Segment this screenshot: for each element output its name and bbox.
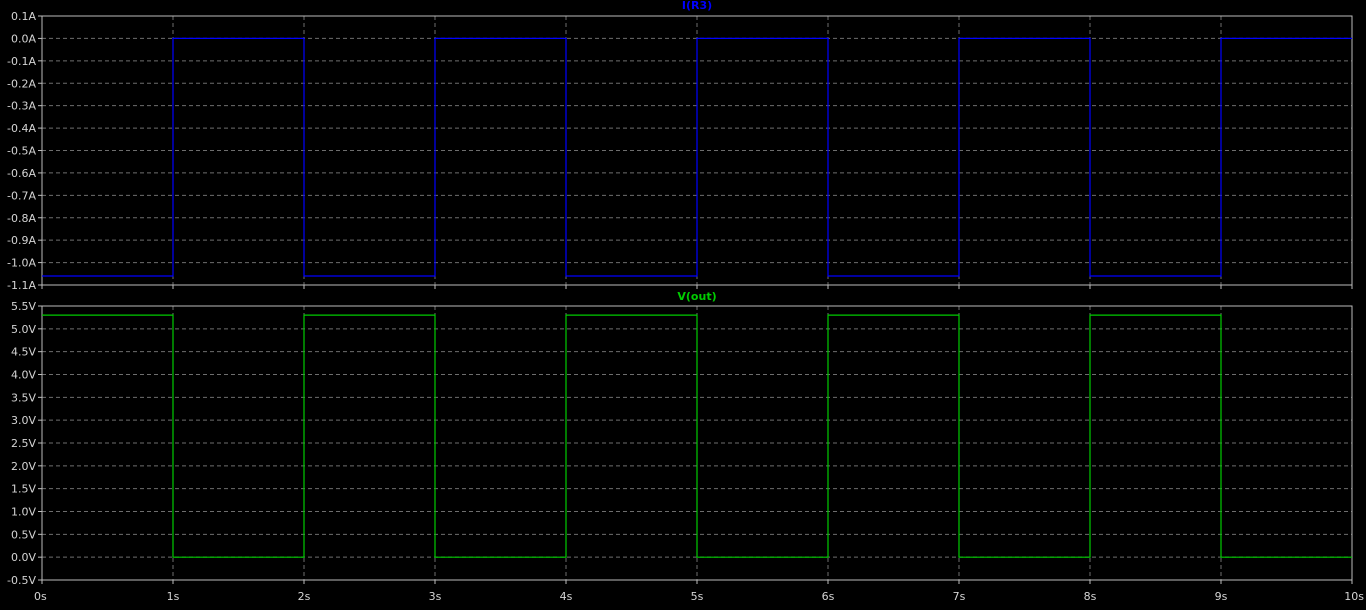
- x-tick-label: 0s: [34, 590, 47, 603]
- plot-pane-current: 0.1A 0.0A -0.1A -0.2A -0.3A -0.4A -0.5A -0.6A -0…: [7, 10, 1353, 292]
- trace-title-voltage[interactable]: V(out): [677, 290, 716, 303]
- y-tick-label: -0.5V: [7, 574, 36, 587]
- x-tick-label: 3s: [429, 590, 442, 603]
- x-tick-label: 1s: [167, 590, 180, 603]
- plot-pane-voltage: 5.5V 5.0V 4.5V 4.0V 3.5V 3.0V 2.5V 2.0V 1.5V 1.0V…: [7, 300, 1364, 603]
- y-tick-label: -0.4A: [7, 122, 36, 135]
- y-tick-label: 0.1A: [11, 10, 36, 23]
- y-tick-label: 3.0V: [11, 414, 36, 427]
- x-tick-label: 8s: [1084, 590, 1097, 603]
- y-tick-label: -0.3A: [7, 100, 36, 113]
- y-tick-label: 4.0V: [11, 369, 36, 382]
- y-tick-label: -0.1A: [7, 55, 36, 68]
- y-tick-label: -0.9A: [7, 234, 36, 247]
- y-tick-label: -0.2A: [7, 77, 36, 90]
- y-tick-label: 0.0A: [11, 32, 36, 45]
- y-tick-label: -0.5A: [7, 145, 36, 158]
- y-tick-label: 3.5V: [11, 391, 36, 404]
- x-tick-label: 2s: [298, 590, 311, 603]
- y-tick-label: 1.5V: [11, 483, 36, 496]
- y-tick-label: -0.6A: [7, 167, 36, 180]
- x-tick-label: 9s: [1215, 590, 1228, 603]
- y-tick-label: 1.0V: [11, 506, 36, 519]
- y-tick-label: -0.8A: [7, 212, 36, 225]
- waveform-viewer: I(R3) V(out) 0.1A 0.0A -0.1A -0.2A -0.3A -0.4…: [0, 0, 1366, 610]
- y-tick-label: -1.0A: [7, 257, 36, 270]
- x-tick-label: 7s: [953, 590, 966, 603]
- y-tick-label: 5.5V: [11, 300, 36, 313]
- x-tick-label: 5s: [691, 590, 704, 603]
- y-tick-label: 5.0V: [11, 323, 36, 336]
- x-tick-label: 6s: [822, 590, 835, 603]
- x-tick-label: 10s: [1344, 590, 1364, 603]
- trace-title-current[interactable]: I(R3): [682, 0, 712, 12]
- y-tick-label: 2.0V: [11, 460, 36, 473]
- waveform-plot[interactable]: I(R3) V(out) 0.1A 0.0A -0.1A -0.2A -0.3A -0.4…: [0, 0, 1366, 610]
- y-tick-label: 2.5V: [11, 437, 36, 450]
- y-tick-label: -0.7A: [7, 189, 36, 202]
- y-tick-label: -1.1A: [7, 279, 36, 292]
- y-tick-label: 0.5V: [11, 528, 36, 541]
- y-tick-label: 0.0V: [11, 551, 36, 564]
- y-tick-label: 4.5V: [11, 346, 36, 359]
- x-tick-label: 4s: [560, 590, 573, 603]
